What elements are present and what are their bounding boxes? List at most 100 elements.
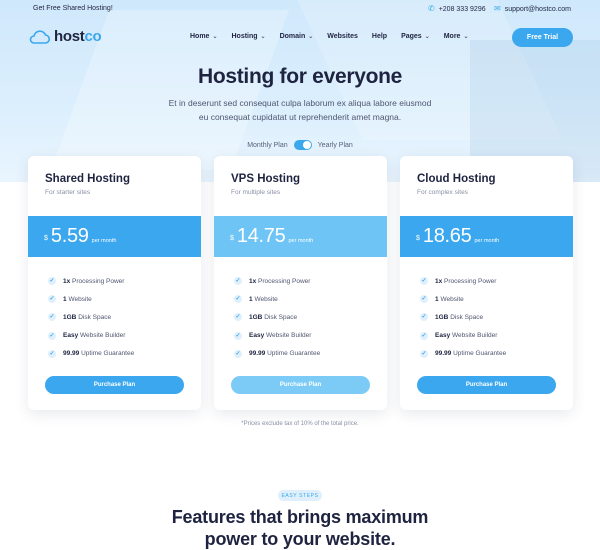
email-contact[interactable]: ✉ support@hostco.com — [494, 5, 571, 13]
chevron-down-icon: ⌄ — [463, 34, 469, 40]
feature-item: ✓ 1x Processing Power — [234, 272, 320, 290]
plan-description: For starter sites — [45, 189, 91, 196]
purchase-plan-button[interactable]: Purchase Plan — [417, 376, 556, 394]
feature-text: Easy Website Builder — [63, 332, 125, 339]
feature-strong: 1GB — [249, 313, 263, 321]
price-period: per month — [288, 237, 314, 244]
check-icon: ✓ — [234, 277, 242, 286]
nav-item-home[interactable]: Home ⌄ — [190, 33, 217, 40]
logo[interactable]: hostco — [28, 28, 102, 45]
feature-text: 1GB Disk Space — [249, 314, 297, 321]
nav-item-label: More — [443, 33, 461, 40]
feature-text: 1 Website — [435, 296, 464, 303]
check-icon: ✓ — [234, 349, 242, 358]
chevron-down-icon: ⌄ — [212, 34, 218, 40]
nav-item-label: Help — [371, 33, 388, 40]
feature-text: 1GB Disk Space — [435, 314, 483, 321]
page-title: Hosting for everyone — [197, 65, 403, 88]
feature-strong: 99.99 — [63, 350, 80, 358]
plan-price: 18.65 — [422, 225, 472, 247]
main-nav: hostco Home ⌄ Hosting ⌄ Domain ⌄ Websites Help P… — [0, 26, 600, 50]
nav-item-pages[interactable]: Pages ⌄ — [401, 33, 430, 40]
billing-toggle: Monthly Plan Yearly Plan — [0, 140, 600, 150]
feature-item: ✓ 1x Processing Power — [48, 272, 134, 290]
feature-desc: Website Builder — [452, 332, 498, 340]
feature-text: 99.99 Uptime Guarantee — [249, 350, 320, 357]
nav-item-help[interactable]: Help — [372, 33, 387, 40]
feature-item: ✓ Easy Website Builder — [48, 327, 134, 345]
price-period: per month — [91, 237, 117, 244]
feature-desc: Disk Space — [78, 313, 112, 321]
feature-text: 1x Processing Power — [63, 278, 124, 285]
feature-list: ✓ 1x Processing Power ✓ 1 Website ✓ 1GB Disk … — [234, 272, 320, 363]
plan-description: For complex sites — [417, 189, 468, 196]
feature-desc: Disk Space — [264, 313, 298, 321]
purchase-plan-button[interactable]: Purchase Plan — [231, 376, 370, 394]
feature-strong: 1GB — [435, 313, 449, 321]
feature-item: ✓ 99.99 Uptime Guarantee — [48, 345, 134, 363]
free-trial-button[interactable]: Free Trial — [512, 28, 573, 47]
feature-text: 1x Processing Power — [435, 278, 496, 285]
phone-contact[interactable]: ✆ +208 333 9296 — [428, 5, 486, 13]
chevron-down-icon: ⌄ — [424, 34, 430, 40]
feature-strong: 1 — [435, 295, 439, 303]
plan-price: 14.75 — [236, 225, 286, 247]
feature-item: ✓ Easy Website Builder — [420, 327, 506, 345]
feature-item: ✓ 1 Website — [48, 290, 134, 308]
nav-item-websites[interactable]: Websites — [327, 33, 358, 40]
monthly-plan-label[interactable]: Monthly Plan — [247, 142, 287, 149]
feature-text: Easy Website Builder — [435, 332, 497, 339]
check-icon: ✓ — [420, 349, 428, 358]
feature-list: ✓ 1x Processing Power ✓ 1 Website ✓ 1GB Disk … — [48, 272, 134, 363]
purchase-plan-button[interactable]: Purchase Plan — [45, 376, 184, 394]
feature-strong: 1x — [249, 277, 257, 285]
feature-item: ✓ 1 Website — [234, 290, 320, 308]
mail-icon: ✉ — [494, 4, 501, 13]
feature-strong: 1x — [63, 277, 71, 285]
promo-link[interactable]: Get Free Shared Hosting! — [33, 5, 113, 12]
feature-strong: 99.99 — [435, 350, 452, 358]
yearly-plan-label[interactable]: Yearly Plan — [318, 142, 353, 149]
feature-item: ✓ 1x Processing Power — [420, 272, 506, 290]
feature-item: ✓ 1GB Disk Space — [234, 308, 320, 326]
check-icon: ✓ — [234, 295, 242, 304]
features-title-line: power to your website. — [204, 529, 396, 549]
email-address: support@hostco.com — [504, 5, 571, 13]
nav-item-more[interactable]: More ⌄ — [444, 33, 469, 40]
phone-icon: ✆ — [428, 4, 435, 13]
nav-item-domain[interactable]: Domain ⌄ — [280, 33, 314, 40]
feature-strong: 1 — [63, 295, 67, 303]
logo-co: co — [84, 28, 102, 45]
billing-switch[interactable] — [293, 140, 312, 150]
feature-strong: Easy — [435, 332, 451, 340]
nav-item-label: Home — [190, 33, 210, 40]
plan-name: Cloud Hosting — [417, 173, 496, 185]
feature-text: Easy Website Builder — [249, 332, 311, 339]
logo-text: hostco — [54, 28, 102, 45]
price-band: $14.75 per month — [214, 216, 387, 257]
currency-symbol: $ — [416, 235, 420, 242]
check-icon: ✓ — [234, 313, 242, 322]
logo-host: host — [54, 28, 85, 45]
check-icon: ✓ — [48, 313, 56, 322]
chevron-down-icon: ⌄ — [308, 34, 314, 40]
nav-item-label: Hosting — [231, 33, 258, 40]
feature-strong: 1x — [435, 277, 443, 285]
feature-item: ✓ Easy Website Builder — [234, 327, 320, 345]
feature-text: 99.99 Uptime Guarantee — [63, 350, 134, 357]
pricing-card-shared: Shared Hosting For starter sites $5.59 per … — [28, 156, 201, 410]
feature-item: ✓ 99.99 Uptime Guarantee — [234, 345, 320, 363]
feature-desc: Website Builder — [266, 332, 312, 340]
plan-name: VPS Hosting — [231, 173, 301, 185]
nav-item-hosting[interactable]: Hosting ⌄ — [231, 33, 265, 40]
feature-desc: Processing Power — [444, 277, 497, 285]
features-title: Features that brings maximum power to yo… — [0, 506, 600, 550]
cloud-icon — [29, 29, 50, 44]
currency-symbol: $ — [44, 235, 48, 242]
feature-text: 1 Website — [63, 296, 92, 303]
nav-item-label: Domain — [279, 33, 306, 40]
feature-list: ✓ 1x Processing Power ✓ 1 Website ✓ 1GB Disk … — [420, 272, 506, 363]
check-icon: ✓ — [420, 313, 428, 322]
price-band: $18.65 per month — [400, 216, 573, 257]
feature-desc: Processing Power — [258, 277, 311, 285]
